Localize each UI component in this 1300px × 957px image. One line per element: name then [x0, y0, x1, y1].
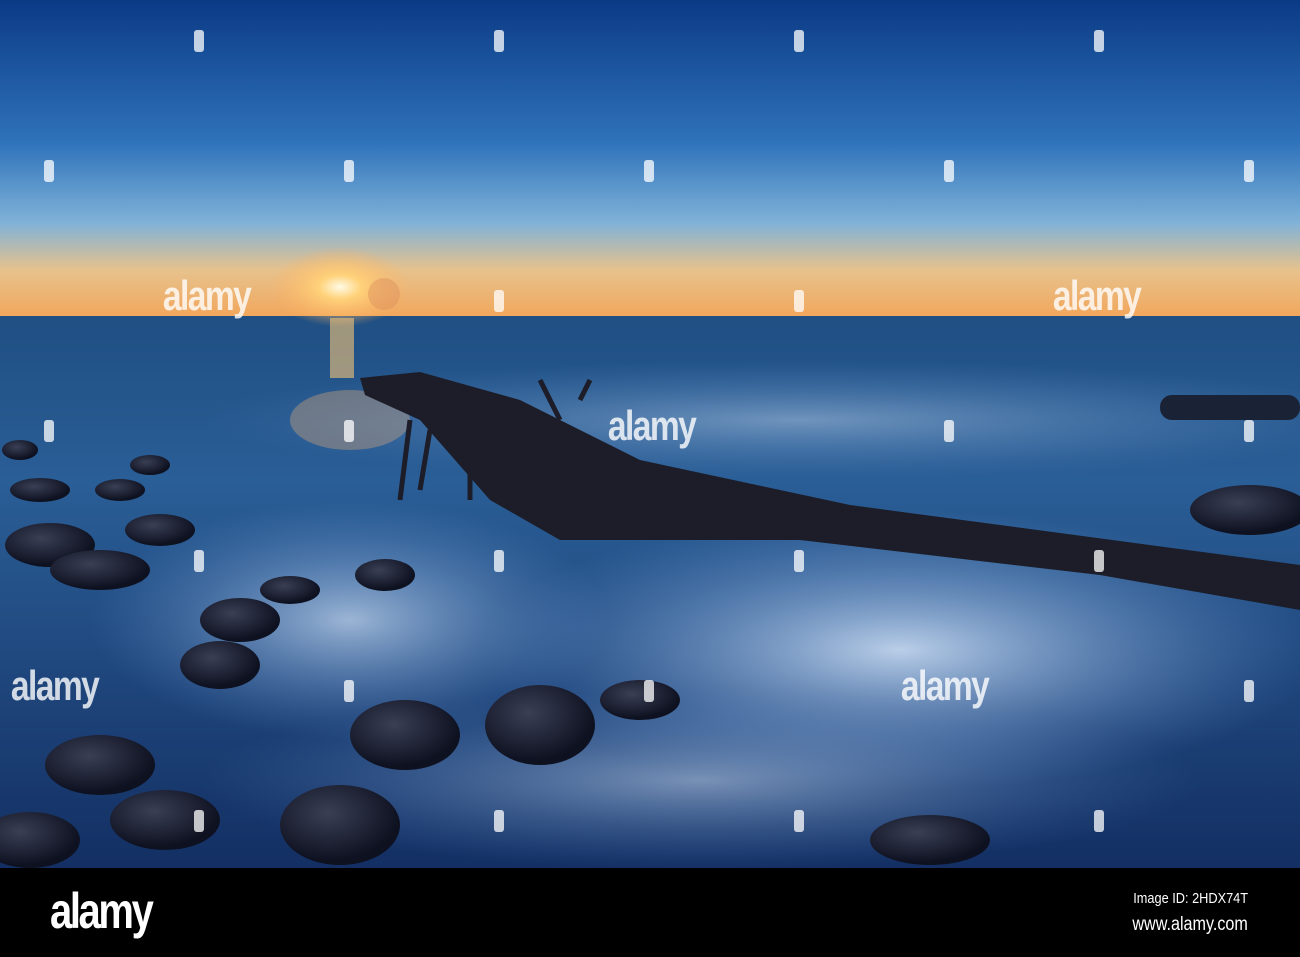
watermark: alamy — [1052, 272, 1142, 319]
watermark-mark — [794, 810, 804, 832]
watermark-mark — [1094, 30, 1104, 52]
watermark: alamy — [900, 662, 990, 709]
watermark-mark — [494, 550, 504, 572]
watermark-mark — [494, 30, 504, 52]
watermark-mark — [194, 810, 204, 832]
watermark-mark — [44, 160, 54, 182]
watermark-mark — [1244, 680, 1254, 702]
watermark-mark — [344, 680, 354, 702]
watermark-mark — [194, 30, 204, 52]
watermark-mark — [494, 290, 504, 312]
watermark-mark — [794, 550, 804, 572]
watermark: alamy — [162, 272, 252, 319]
watermark-mark — [1094, 550, 1104, 572]
watermark: alamy — [607, 402, 697, 449]
watermark-mark — [344, 160, 354, 182]
watermark-mark — [1094, 810, 1104, 832]
stock-photo: alamy alamy alamy alamy alamy alamy Imag… — [0, 0, 1300, 957]
watermark-mark — [194, 550, 204, 572]
footer-bar: alamy Image ID: 2HDX74T www.alamy.com — [0, 868, 1300, 957]
watermark-mark — [794, 290, 804, 312]
watermark-mark — [644, 680, 654, 702]
watermark-mark — [944, 160, 954, 182]
image-id: Image ID: 2HDX74T — [1133, 890, 1248, 907]
watermark-mark — [1244, 420, 1254, 442]
watermark: alamy — [10, 662, 100, 709]
watermark-mark — [1244, 160, 1254, 182]
site-url: www.alamy.com — [1132, 914, 1248, 935]
watermark-mark — [944, 420, 954, 442]
watermark-mark — [794, 30, 804, 52]
watermark-mark — [644, 160, 654, 182]
watermark-mark — [494, 810, 504, 832]
watermark-mark — [344, 420, 354, 442]
watermark-mark — [44, 420, 54, 442]
alamy-logo: alamy — [50, 883, 154, 939]
